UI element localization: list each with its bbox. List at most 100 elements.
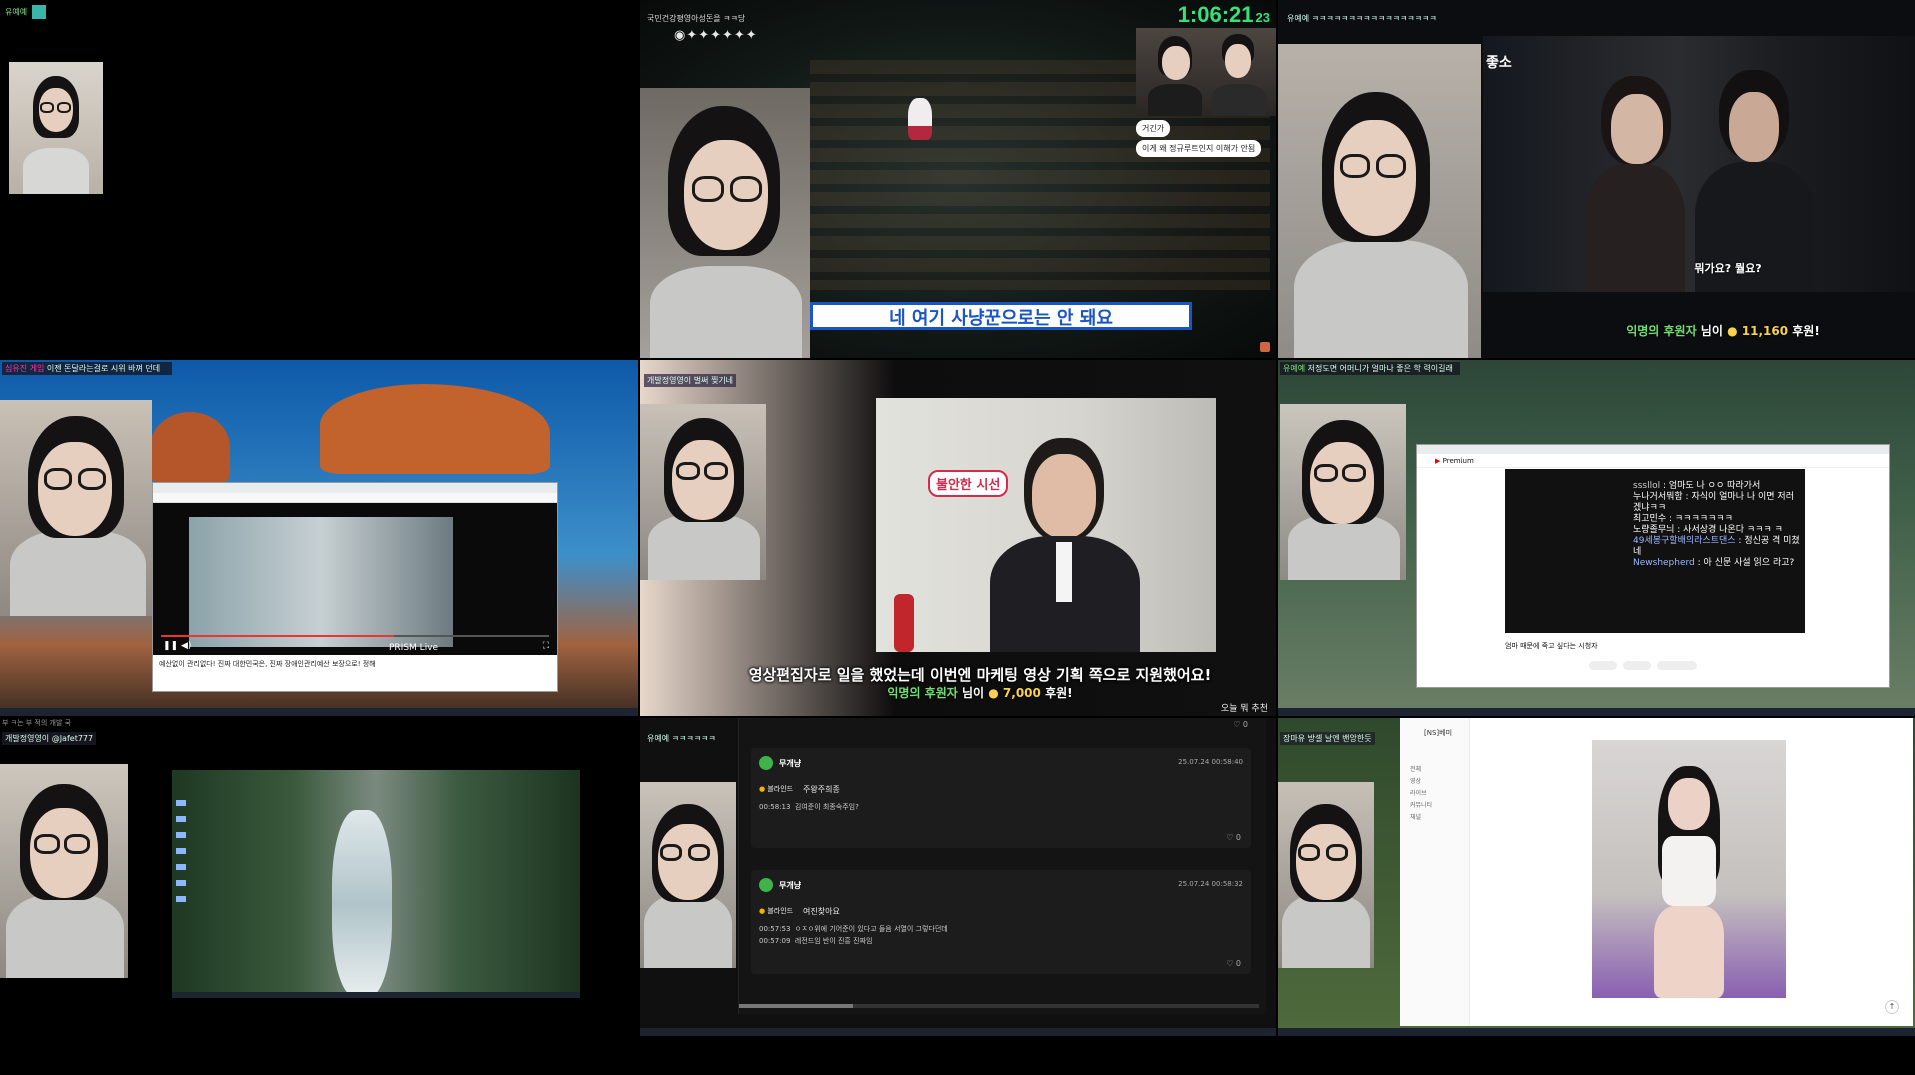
- browser-address-bar[interactable]: [153, 493, 557, 503]
- webcam-feed: [640, 88, 810, 358]
- sidebar-item[interactable]: 채널: [1410, 812, 1421, 821]
- stream-tile-2: 국민건강평영아성돈을 ㅋㅋ당 ◉✦✦✦✦✦✦ 1:06:21 23 거긴가 이게 …: [640, 0, 1276, 358]
- webcam-feed: [640, 404, 766, 580]
- top-text: 부 ㅋ는 부 적의 개발 국: [2, 719, 72, 727]
- chat-message: 개발정영영이 벌써 찢기네: [644, 374, 737, 387]
- taskbar[interactable]: [1278, 708, 1915, 716]
- profile-window[interactable]: [NS]베미 전체 영상 라이브 커뮤니티 채널 ↑: [1400, 718, 1913, 1026]
- game-character: [908, 98, 932, 140]
- comment-title: 주왕주희종: [803, 785, 840, 794]
- tv-scene: [876, 398, 1216, 652]
- chat-message: 심유진 게임 이젠 돈달라는걸로 시위 바껴 던데: [2, 362, 172, 375]
- guest-webcam: [1136, 28, 1276, 116]
- profile-photo[interactable]: [1592, 740, 1786, 998]
- stream-tile-1: 유예예: [0, 0, 638, 358]
- webcam-feed: [1278, 44, 1481, 358]
- corner-text: 오늘 뭐 추천: [1220, 704, 1268, 714]
- progress-bar[interactable]: [161, 635, 549, 637]
- chat-message: 유예예 ㅋㅋㅋㅋㅋㅋㅋㅋㅋㅋㅋㅋㅋㅋㅋㅋㅋ: [1287, 14, 1437, 23]
- browser-window[interactable]: ❚❚ ◀) PRISM Live ⛶ 예산없이 관리없다! 진짜 대한민국은, …: [152, 482, 558, 692]
- video-player[interactable]: ❚❚ ◀) PRISM Live ⛶: [153, 503, 557, 655]
- youtube-window[interactable]: ▶ Premium sssllol : 엄마도 나 ㅇㅇ 따라가서 누나거서뭐함…: [1416, 444, 1890, 688]
- webcam-feed: [640, 782, 736, 968]
- yt-video-title: 엄마 때문에 죽고 싶다는 시청자: [1505, 642, 1598, 650]
- stream-tile-5: 개발정영영이 벌써 찢기네 불안한 시선 영상편집자로 일을 했었는데 이번엔 …: [640, 360, 1276, 716]
- chat-message: 장마유 방셀 날엔 밴앙한듯: [1280, 732, 1375, 745]
- scroll-top-button[interactable]: ↑: [1885, 1000, 1899, 1014]
- browser-tabbar: [1417, 445, 1889, 454]
- comment-line: 00:57:53 ㅇㅈㅇ위에 기어준이 있다고 들음 서열이 그렇다던데: [759, 925, 948, 933]
- taskbar[interactable]: [1278, 1028, 1915, 1036]
- blind-tag: ● 블라인드: [759, 907, 794, 915]
- desktop-icons[interactable]: [176, 800, 186, 910]
- fullscreen-icon[interactable]: ⛶: [543, 641, 549, 651]
- comment-date: 25.07.24 00:58:40: [1178, 758, 1243, 766]
- player-label: PRISM Live: [389, 643, 439, 653]
- like-button[interactable]: ♡ 0: [1226, 959, 1241, 968]
- stream-tile-8: 유예예 ㅋㅋㅋㅋㅋㅋ ♡ 0 무개냥 25.07.24 00:58:40 ● 블…: [640, 718, 1276, 1036]
- volume-icon[interactable]: ◀): [181, 641, 191, 651]
- stream-tile-6: 유예예 저정도면 어머니가 얼마나 좋은 학 력이길래 ▶ Premium ss…: [1278, 360, 1915, 716]
- webcam-feed: [1278, 782, 1374, 968]
- donation-alert: 익명의 후원자 님이 ● 11,160 후원!: [1626, 324, 1820, 338]
- sidebar-title: [NS]베미: [1424, 729, 1453, 737]
- taskbar[interactable]: [640, 1028, 1276, 1036]
- stream-tile-3: 유예예 ㅋㅋㅋㅋㅋㅋㅋㅋㅋㅋㅋㅋㅋㅋㅋㅋㅋ 좋소 뭐가요? 뭘요? 익명의 후원…: [1278, 0, 1915, 358]
- chat-message: 유예예: [2, 4, 49, 20]
- donation-icon: ●: [1727, 324, 1738, 338]
- share-button[interactable]: [1623, 661, 1651, 670]
- drama-scene: [1483, 36, 1915, 292]
- comment-card: 무개냥 25.07.24 00:58:32 ● 블라인드 여진찾아요 00:57…: [751, 870, 1251, 974]
- chat-message: 개발정영영이 @Jafet777: [2, 732, 97, 745]
- webcam-feed: [9, 62, 103, 194]
- chat-message: 유예예 ㅋㅋㅋㅋㅋㅋ: [647, 734, 716, 743]
- subtitle: 영상편집자로 일을 했었는데 이번엔 마케팅 영상 기획 쪽으로 지원했어요!: [748, 666, 1212, 684]
- chat-message: 국민건강평영아성돈을 ㅋㅋ당: [647, 14, 746, 23]
- sidebar-item[interactable]: 라이브: [1410, 788, 1427, 797]
- timer: 1:06:21 23: [1177, 2, 1270, 27]
- chat-bubble: 거긴가: [1136, 120, 1171, 137]
- video-frame: [189, 517, 453, 647]
- scrollbar[interactable]: [739, 1004, 1259, 1008]
- webcam-feed: [0, 764, 128, 978]
- youtube-logo-icon[interactable]: ▶: [1435, 457, 1440, 465]
- sidebar-item[interactable]: 영상: [1410, 776, 1421, 785]
- avatar: [759, 878, 773, 892]
- rock-formation: [150, 412, 230, 482]
- sidebar-item[interactable]: 전체: [1410, 764, 1421, 773]
- like-button[interactable]: ♡ 0: [1226, 833, 1241, 842]
- corner-icon: [1260, 342, 1270, 352]
- comment-title: 여진찾아요: [803, 907, 840, 916]
- like-button[interactable]: [1589, 661, 1617, 670]
- yt-video[interactable]: sssllol : 엄마도 나 ㅇㅇ 따라가서 누나거서뭐함 : 자식이 얼마나…: [1505, 469, 1805, 633]
- subtitle: 네 여기 사냥꾼으로는 안 돼요: [810, 302, 1192, 330]
- profile-sidebar: [NS]베미 전체 영상 라이브 커뮤니티 채널: [1400, 718, 1470, 1026]
- waterfall-desktop[interactable]: [172, 770, 580, 998]
- like-count[interactable]: ♡ 0: [1233, 720, 1248, 729]
- sidebar-item[interactable]: 커뮤니티: [1410, 800, 1432, 809]
- taskbar[interactable]: [172, 992, 580, 998]
- comment-user: 무개냥: [779, 881, 802, 890]
- blind-tag: ● 블라인드: [759, 785, 794, 793]
- waterfall-stream: [332, 810, 392, 998]
- comment-panel: ♡ 0 무개냥 25.07.24 00:58:40 ● 블라인드 주왕주희종 0…: [738, 718, 1266, 1014]
- comment-line: 00:58:13 김여준이 최종숙주임?: [759, 803, 859, 811]
- download-button[interactable]: [1657, 661, 1697, 670]
- channel-icon: [31, 5, 46, 19]
- avatar: [759, 756, 773, 770]
- stream-tile-4: 심유진 게임 이젠 돈달라는걸로 시위 바껴 던데 ❚❚ ◀) PRISM Li…: [0, 360, 638, 716]
- chat-bubble: 이게 왜 정규루트인지 이해가 안됨: [1136, 140, 1262, 157]
- corner-logo: 좋소: [1486, 55, 1512, 71]
- comment-card: 무개냥 25.07.24 00:58:40 ● 블라인드 주왕주희종 00:58…: [751, 748, 1251, 848]
- subtitle: 뭐가요? 뭘요?: [1694, 262, 1762, 275]
- yt-header: ▶ Premium: [1417, 454, 1889, 468]
- taskbar[interactable]: [0, 708, 638, 716]
- caption-sign: 불안한 시선: [928, 470, 1009, 497]
- comment-line: 00:57:09 레전드임 반이 진흥 진짜임: [759, 937, 873, 945]
- chat-message: 유예예 저정도면 어머니가 얼마나 좋은 학 력이길래: [1280, 362, 1460, 375]
- stream-tile-9: 장마유 방셀 날엔 밴앙한듯 [NS]베미 전체 영상 라이브 커뮤니티 채널 …: [1278, 718, 1915, 1036]
- webcam-feed: [0, 400, 152, 616]
- play-button[interactable]: ❚❚: [163, 641, 178, 651]
- stream-tile-7: 개발정영영이 @Jafet777 부 ㅋ는 부 적의 개발 국: [0, 718, 638, 1075]
- comment-date: 25.07.24 00:58:32: [1178, 880, 1243, 888]
